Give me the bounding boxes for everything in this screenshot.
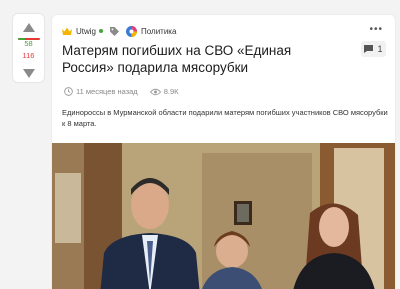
post-meta: Utwig Политика	[62, 25, 176, 37]
eye-icon	[149, 88, 161, 95]
comment-flag-icon	[364, 45, 374, 53]
vote-panel: 58 116	[12, 13, 45, 83]
tag-icon	[110, 26, 120, 36]
crown-badge-icon	[62, 27, 72, 35]
post-paragraph: Единороссы в Мурманской области подарили…	[62, 108, 388, 128]
upvote-count: 58	[24, 39, 33, 48]
author-link[interactable]: Utwig	[76, 27, 96, 36]
post-title[interactable]: Матерям погибших на СВО «Единая Россия» …	[62, 42, 337, 76]
post-stats: 11 месяцев назад 8.9К	[64, 87, 178, 96]
community-avatar-icon[interactable]	[126, 25, 138, 37]
post-time: 11 месяцев назад	[76, 87, 138, 96]
post-photo[interactable]	[52, 143, 396, 289]
community-link[interactable]: Политика	[141, 27, 176, 36]
upvote-arrow-icon[interactable]	[23, 23, 35, 32]
comments-button[interactable]: 1	[361, 41, 386, 57]
downvote-count: 116	[22, 51, 35, 60]
clock-icon	[64, 87, 73, 96]
comments-count: 1	[377, 44, 383, 54]
downvote-arrow-icon[interactable]	[23, 69, 35, 78]
views-count: 8.9К	[163, 87, 179, 96]
more-options-icon[interactable]: •••	[369, 24, 383, 35]
post-card: Utwig Политика ••• Матерям погибших на С…	[51, 14, 396, 289]
online-status-dot	[99, 29, 104, 33]
